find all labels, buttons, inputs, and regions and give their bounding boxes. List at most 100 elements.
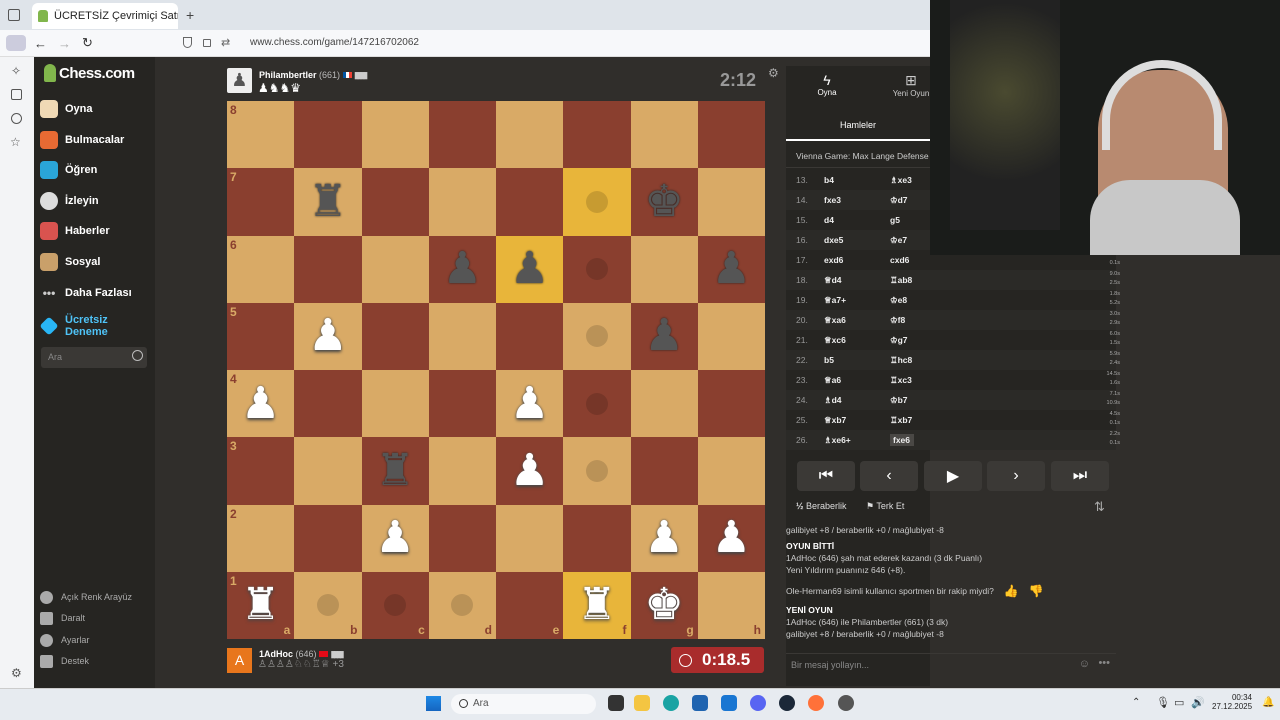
white-piece[interactable]: ♟ xyxy=(712,516,751,560)
square-c4[interactable] xyxy=(361,370,429,438)
bookmarks-icon[interactable]: ☆ xyxy=(10,135,21,149)
next-move-button[interactable]: › xyxy=(987,461,1045,491)
square-e8[interactable] xyxy=(496,101,564,169)
square-h6[interactable]: ♟ xyxy=(697,235,765,303)
store-icon[interactable] xyxy=(692,695,708,711)
square-e4[interactable]: ♟ xyxy=(496,370,564,438)
flip-board-icon[interactable]: ⇅ xyxy=(1094,499,1105,515)
move-black[interactable]: ♔e8 xyxy=(890,295,1040,306)
firefox-icon[interactable] xyxy=(808,695,824,711)
square-d2[interactable] xyxy=(428,504,496,572)
nav-learn[interactable]: Öğren xyxy=(40,155,97,185)
prev-move-button[interactable]: ‹ xyxy=(860,461,918,491)
square-e3[interactable]: ♟ xyxy=(496,437,564,505)
square-d5[interactable] xyxy=(428,302,496,370)
nav-social[interactable]: Sosyal xyxy=(40,247,100,277)
square-e6[interactable]: ♟ xyxy=(496,235,564,303)
square-f7[interactable] xyxy=(563,168,631,236)
black-piece[interactable]: ♟ xyxy=(443,247,482,291)
square-c2[interactable]: ♟ xyxy=(361,504,429,572)
move-hint-dot[interactable] xyxy=(585,190,608,213)
emoji-icon[interactable]: ☺ xyxy=(1079,658,1090,670)
discord-icon[interactable] xyxy=(750,695,766,711)
white-piece[interactable]: ♚ xyxy=(644,583,683,627)
square-e2[interactable] xyxy=(496,504,564,572)
board-settings-icon[interactable]: ⚙ xyxy=(768,66,779,80)
move-black[interactable]: ♖xc3 xyxy=(890,375,1040,386)
network-icon[interactable]: ▭ xyxy=(1174,696,1184,709)
square-g4[interactable] xyxy=(630,370,698,438)
square-b3[interactable] xyxy=(294,437,362,505)
sidebar-toggle-icon[interactable] xyxy=(6,35,26,51)
square-d7[interactable] xyxy=(428,168,496,236)
black-piece[interactable]: ♟ xyxy=(712,247,751,291)
settings-button[interactable]: Ayarlar xyxy=(40,630,89,650)
move-black[interactable]: ♔f8 xyxy=(890,315,1040,326)
lock-icon[interactable] xyxy=(203,39,211,47)
windows-start-icon[interactable] xyxy=(426,696,441,711)
square-h5[interactable] xyxy=(697,302,765,370)
move-black[interactable]: fxe6 xyxy=(890,434,914,446)
forward-icon[interactable]: → xyxy=(58,36,71,51)
first-move-button[interactable]: ⏮ xyxy=(797,461,855,491)
move-white[interactable]: b4 xyxy=(824,175,890,185)
move-hint-dot[interactable] xyxy=(585,325,608,348)
white-piece[interactable]: ♟ xyxy=(510,381,549,426)
square-a6[interactable]: 6 xyxy=(227,235,295,303)
square-d3[interactable] xyxy=(428,437,496,505)
white-piece[interactable]: ♟ xyxy=(510,448,549,493)
move-white[interactable]: ♗xe6+ xyxy=(824,435,890,446)
square-c6[interactable] xyxy=(361,235,429,303)
square-d6[interactable]: ♟ xyxy=(428,235,496,303)
move-black[interactable]: ♖ab8 xyxy=(890,275,1040,286)
square-h2[interactable]: ♟ xyxy=(697,504,765,572)
square-f2[interactable] xyxy=(563,504,631,572)
search-icon[interactable] xyxy=(132,350,143,361)
square-b4[interactable] xyxy=(294,370,362,438)
clock-tray[interactable]: 00:34 27.12.2025 xyxy=(1212,693,1252,711)
square-c5[interactable] xyxy=(361,302,429,370)
move-white[interactable]: ♕d4 xyxy=(824,275,890,286)
move-black[interactable]: ♖xb7 xyxy=(890,415,1040,426)
thumbs-down-icon[interactable]: 👎 xyxy=(1029,584,1044,598)
taskbar-search[interactable]: Ara xyxy=(451,694,596,714)
white-piece[interactable]: ♟ xyxy=(308,314,347,358)
history-icon[interactable] xyxy=(11,113,22,124)
square-a5[interactable]: 5 xyxy=(227,302,295,370)
synced-tabs-icon[interactable] xyxy=(11,89,22,100)
square-c3[interactable]: ♜ xyxy=(361,437,429,505)
outlook-icon[interactable] xyxy=(721,695,737,711)
black-piece[interactable]: ♟ xyxy=(510,247,549,291)
nav-free-trial[interactable]: Ücretsiz Deneme xyxy=(39,312,115,340)
browser-tab[interactable]: ÜCRETSİZ Çevrimiçi Satranç ✕ xyxy=(32,3,178,29)
play-button[interactable]: ▶ xyxy=(924,461,982,491)
square-h4[interactable] xyxy=(697,370,765,438)
move-white[interactable]: fxe3 xyxy=(824,195,890,205)
move-white[interactable]: ♕xc6 xyxy=(824,335,890,346)
resign-button[interactable]: ⚑ Terk Et xyxy=(866,501,904,512)
ai-chatbot-icon[interactable]: ✧ xyxy=(11,64,21,78)
square-f6[interactable] xyxy=(563,235,631,303)
reload-icon[interactable]: ↻ xyxy=(82,35,93,51)
square-g1[interactable]: g ♚ xyxy=(630,571,698,639)
white-piece[interactable]: ♜ xyxy=(241,583,280,627)
square-c8[interactable] xyxy=(361,101,429,169)
move-hint-dot[interactable] xyxy=(384,594,407,617)
square-a8[interactable]: 8 xyxy=(227,101,295,169)
task-view-icon[interactable] xyxy=(608,695,624,711)
nav-news[interactable]: Haberler xyxy=(40,216,110,246)
square-e7[interactable] xyxy=(496,168,564,236)
square-b5[interactable]: ♟ xyxy=(294,302,362,370)
move-white[interactable]: ♕xa6 xyxy=(824,315,890,326)
collapse-button[interactable]: Daralt xyxy=(40,608,85,628)
black-piece[interactable]: ♟ xyxy=(644,314,683,358)
black-piece[interactable]: ♜ xyxy=(308,179,347,224)
move-white[interactable]: b5 xyxy=(824,355,890,365)
move-black[interactable]: cxd6 xyxy=(890,255,1040,265)
square-g3[interactable] xyxy=(630,437,698,505)
notifications-icon[interactable]: 🔔 xyxy=(1262,697,1274,708)
draw-button[interactable]: ½ Beraberlik xyxy=(796,501,847,511)
customize-sidebar-icon[interactable]: ⚙ xyxy=(11,666,22,680)
square-e1[interactable]: e xyxy=(496,571,564,639)
square-c1[interactable]: c xyxy=(361,571,429,639)
